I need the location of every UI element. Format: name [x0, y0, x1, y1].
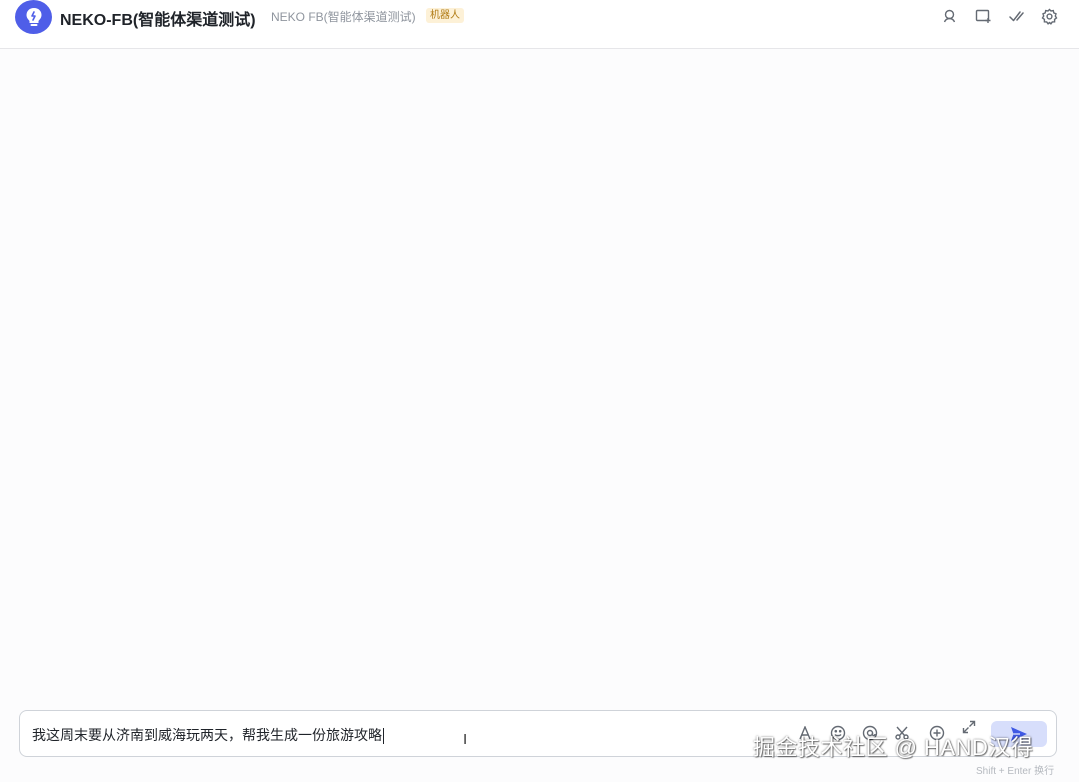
watermark: 掘金技术社区 @ HAND汉得: [753, 735, 1034, 760]
check-edit-icon[interactable]: [1006, 6, 1026, 26]
chat-title: NEKO-FB(智能体渠道测试): [60, 12, 256, 29]
message-input-text: 我这周末要从济南到威海玩两天，帮我生成一份旅游攻略: [32, 727, 382, 743]
chat-subtitle: NEKO FB(智能体渠道测试): [271, 10, 416, 24]
search-user-icon[interactable]: [940, 6, 960, 26]
ibeam-cursor-icon: I: [463, 731, 468, 748]
bot-avatar[interactable]: [15, 0, 52, 34]
settings-icon[interactable]: [1039, 6, 1059, 26]
message-area: [0, 50, 1079, 700]
text-caret: [383, 728, 384, 745]
lightbulb-icon: [26, 8, 41, 26]
bot-badge: 机器人: [426, 8, 464, 23]
chat-header: NEKO-FB(智能体渠道测试) NEKO FB(智能体渠道测试) 机器人: [0, 0, 1079, 49]
newline-hint: Shift + Enter 换行: [976, 766, 1055, 777]
add-chat-icon[interactable]: [973, 6, 993, 26]
chat-app: NEKO-FB(智能体渠道测试) NEKO FB(智能体渠道测试) 机器人 我这…: [0, 0, 1079, 782]
